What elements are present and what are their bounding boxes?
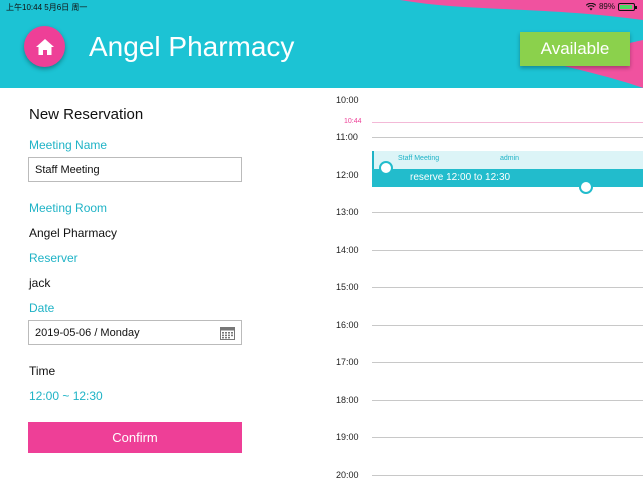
- home-button[interactable]: [24, 26, 65, 67]
- meeting-room-value: Angel Pharmacy: [29, 226, 118, 240]
- date-value: 2019-05-06 / Monday: [35, 326, 140, 339]
- hour-label: 15:00: [336, 282, 359, 292]
- hour-label: 13:00: [336, 207, 359, 217]
- battery-percent: 89%: [598, 2, 615, 11]
- form-title: New Reservation: [29, 106, 144, 123]
- hour-line: [372, 475, 643, 476]
- new-reservation-block[interactable]: reserve 12:00 to 12:30: [372, 169, 643, 187]
- hour-label: 17:00: [336, 357, 359, 367]
- existing-event[interactable]: Staff Meeting admin: [372, 151, 643, 169]
- hour-line: [372, 325, 643, 326]
- hour-label: 11:00: [336, 132, 358, 142]
- reservation-text: reserve 12:00 to 12:30: [410, 172, 511, 183]
- current-time-line: [372, 122, 643, 123]
- hour-line: [372, 362, 643, 363]
- schedule-timeline[interactable]: 10:00 11:00 12:00 13:00 14:00 15:00 16:0…: [322, 88, 643, 482]
- hour-line: [372, 212, 643, 213]
- page-title: Angel Pharmacy: [89, 31, 295, 62]
- wifi-icon: [585, 2, 596, 10]
- date-label: Date: [29, 301, 55, 315]
- confirm-button[interactable]: Confirm: [28, 422, 242, 453]
- hour-label: 18:00: [336, 395, 359, 405]
- meeting-room-label: Meeting Room: [29, 201, 108, 215]
- event-name: Staff Meeting: [398, 155, 440, 162]
- hour-label: 20:00: [336, 470, 359, 480]
- app-header: 上午10:44 5月6日 周一 89% Angel Pharmacy Avail…: [0, 0, 643, 88]
- hour-label: 14:00: [336, 245, 359, 255]
- event-user: admin: [500, 155, 520, 162]
- time-value: 12:00 ~ 12:30: [29, 389, 103, 403]
- hour-line: [372, 287, 643, 288]
- current-time-label: 10:44: [344, 118, 362, 125]
- battery-icon: [618, 2, 637, 11]
- meeting-name-field[interactable]: Staff Meeting: [28, 157, 242, 182]
- meeting-name-label: Meeting Name: [29, 138, 108, 152]
- reservation-start-handle[interactable]: [379, 161, 393, 175]
- hour-line: [372, 437, 643, 438]
- hour-label: 10:00: [336, 95, 359, 105]
- hour-label: 16:00: [336, 320, 359, 330]
- meeting-name-value: Staff Meeting: [35, 163, 100, 176]
- hour-label: 19:00: [336, 432, 359, 442]
- date-field[interactable]: 2019-05-06 / Monday: [28, 320, 242, 345]
- hour-line: [372, 137, 643, 138]
- hour-line: [372, 400, 643, 401]
- available-button[interactable]: Available: [520, 32, 630, 66]
- reserver-value: jack: [29, 276, 51, 290]
- hour-label: 12:00: [336, 170, 359, 180]
- hour-line: [372, 250, 643, 251]
- calendar-icon[interactable]: [220, 326, 235, 340]
- status-bar: 上午10:44 5月6日 周一 89%: [0, 0, 643, 14]
- home-icon: [35, 38, 54, 55]
- reserver-label: Reserver: [29, 251, 78, 265]
- reservation-form: New Reservation Meeting Name Staff Meeti…: [0, 88, 320, 482]
- status-time: 上午10:44 5月6日 周一: [6, 3, 88, 12]
- reservation-end-handle[interactable]: [579, 180, 593, 194]
- time-label: Time: [29, 364, 56, 378]
